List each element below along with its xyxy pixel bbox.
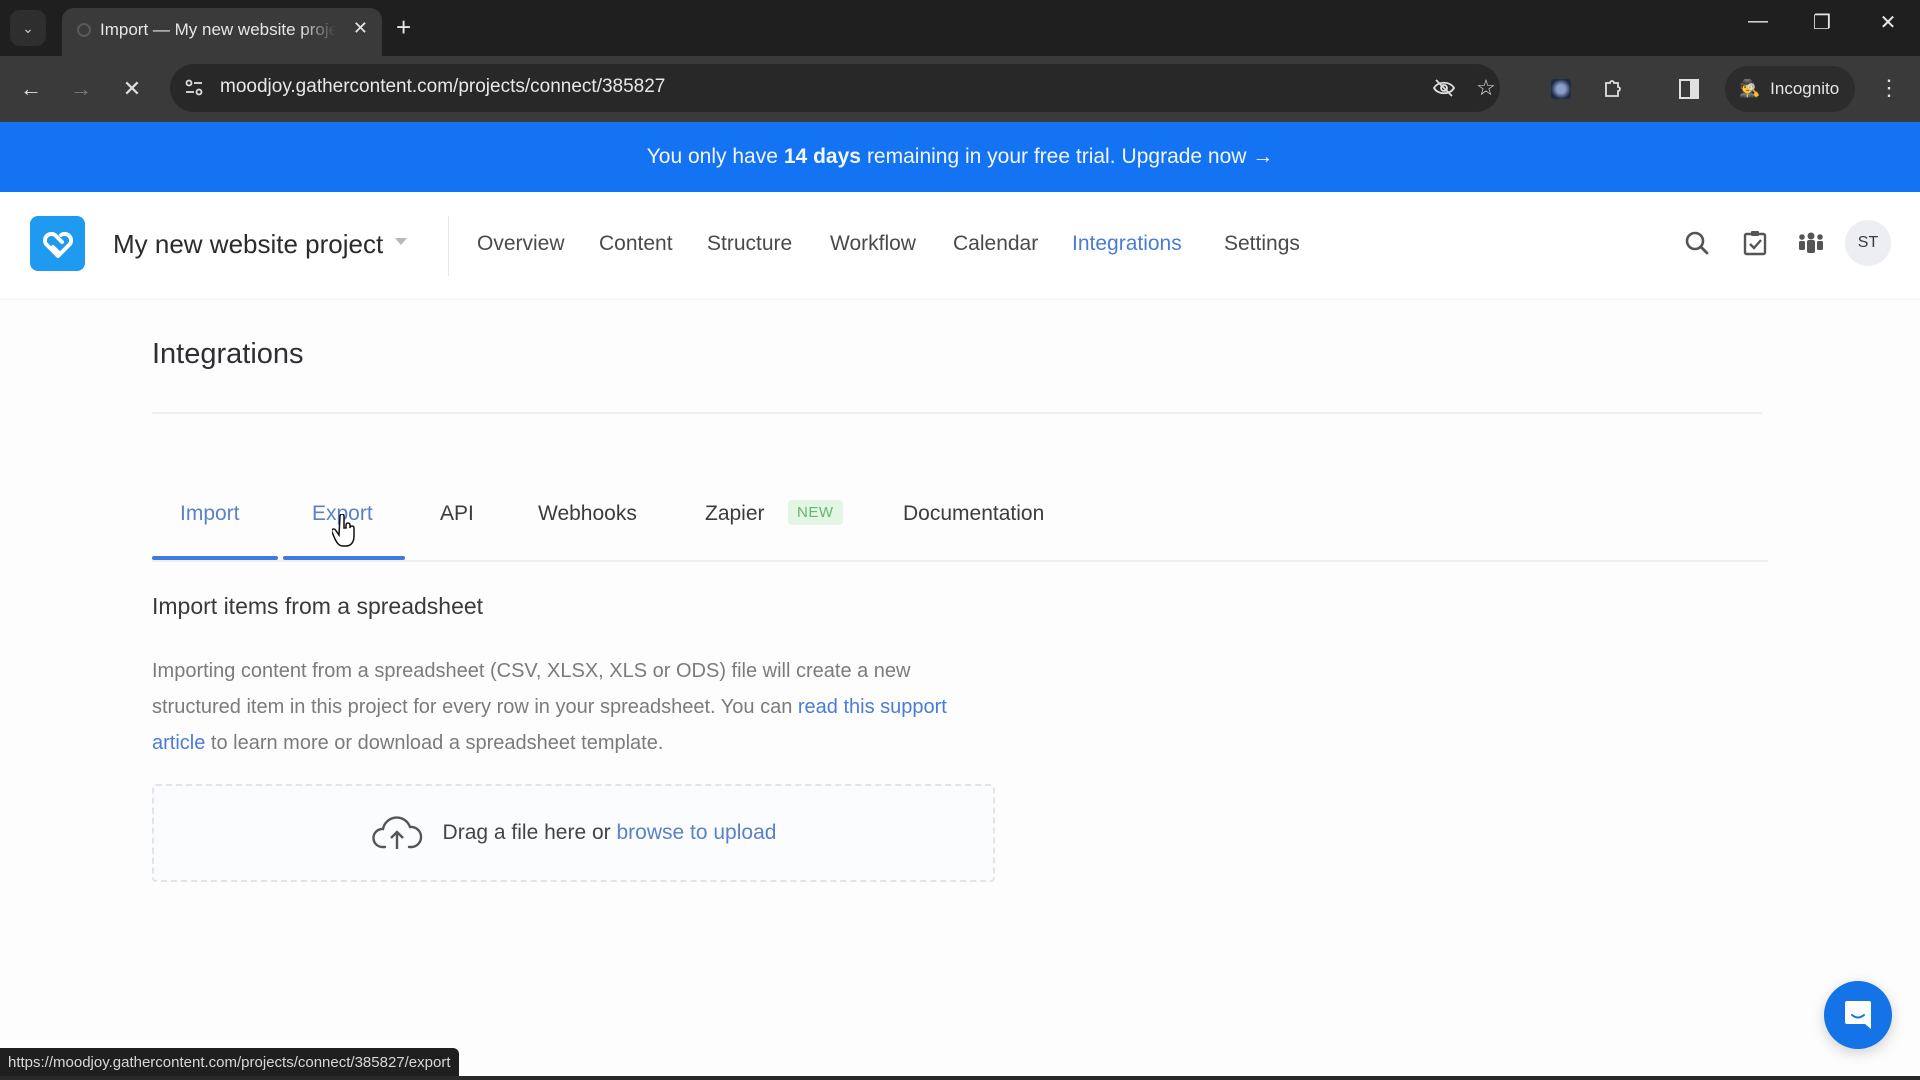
incognito-icon: 🕵 [1739, 79, 1761, 98]
banner-days-remaining: 14 days [783, 145, 861, 168]
caret-down-icon[interactable] [395, 238, 407, 245]
integration-tabs: Import Export API Webhooks Zapier NEW Do… [152, 492, 1768, 562]
description-text: Importing content from a spreadsheet (CS… [152, 660, 911, 718]
title-divider [152, 412, 1762, 414]
browser-tab-strip: ⌄ Import — My new website project ✕ + — … [0, 0, 1920, 56]
nav-calendar[interactable]: Calendar [953, 232, 1038, 256]
forward-icon[interactable]: → [66, 74, 96, 104]
tasks-icon[interactable] [1740, 228, 1770, 258]
tab-webhooks[interactable]: Webhooks [538, 502, 637, 526]
tab-title: Import — My new website project [100, 20, 336, 39]
header-divider [448, 216, 449, 276]
tab-api[interactable]: API [440, 502, 474, 526]
heart-check-icon [42, 231, 73, 258]
cloud-upload-icon [371, 816, 422, 849]
browser-tab[interactable]: Import — My new website project ✕ [62, 8, 382, 56]
eye-off-icon[interactable] [1432, 76, 1456, 100]
hover-tab-indicator [283, 556, 405, 560]
restore-icon[interactable]: ❐ [1802, 10, 1842, 35]
banner-text-suffix: remaining in your free trial. [866, 145, 1116, 168]
tab-zapier[interactable]: Zapier [705, 502, 765, 526]
extensions-puzzle-icon[interactable] [1598, 74, 1628, 104]
user-avatar[interactable]: ST [1845, 220, 1891, 266]
team-icon[interactable] [1796, 228, 1826, 258]
project-name[interactable]: My new website project [113, 229, 383, 260]
close-tab-icon[interactable]: ✕ [353, 18, 368, 39]
url-text[interactable]: moodjoy.gathercontent.com/projects/conne… [220, 76, 665, 98]
address-bar[interactable]: moodjoy.gathercontent.com/projects/conne… [170, 64, 1500, 112]
tab-list-button[interactable]: ⌄ [10, 10, 46, 46]
back-icon[interactable]: ← [16, 74, 46, 104]
minimize-icon[interactable]: — [1738, 10, 1778, 33]
nav-settings[interactable]: Settings [1224, 232, 1300, 256]
trial-banner[interactable]: You only have 14 days remaining in your … [0, 122, 1920, 192]
nav-content[interactable]: Content [599, 232, 673, 256]
tab-documentation[interactable]: Documentation [903, 502, 1044, 526]
description-text-end: to learn more or download a spreadsheet … [205, 732, 664, 754]
incognito-indicator[interactable]: 🕵 Incognito [1725, 66, 1855, 112]
loading-spinner-icon [77, 23, 91, 37]
bookmark-star-icon[interactable]: ☆ [1474, 76, 1498, 100]
nav-structure[interactable]: Structure [707, 232, 792, 256]
section-title: Import items from a spreadsheet [152, 593, 484, 619]
side-panel-icon[interactable] [1674, 74, 1704, 104]
file-dropzone[interactable]: Drag a file here or browse to upload [152, 784, 995, 882]
nav-workflow[interactable]: Workflow [830, 232, 916, 256]
page-title: Integrations [152, 338, 304, 370]
browser-toolbar: ← → ✕ moodjoy.gathercontent.com/projects… [0, 56, 1920, 122]
app-header: My new website project Overview Content … [0, 192, 1920, 298]
site-settings-icon[interactable] [182, 76, 206, 100]
upgrade-now-link[interactable]: Upgrade now → [1122, 145, 1274, 169]
chevron-down-icon: ⌄ [22, 19, 34, 36]
banner-text: You only have [646, 145, 778, 168]
bottom-edge [0, 1076, 1920, 1080]
nav-overview[interactable]: Overview [477, 232, 565, 256]
dropzone-label: Drag a file here or [442, 821, 611, 844]
gathercontent-logo[interactable] [30, 216, 85, 271]
browse-to-upload-link[interactable]: browse to upload [616, 821, 776, 844]
new-badge: NEW [788, 500, 843, 525]
more-menu-icon[interactable]: ⋮ [1878, 72, 1900, 104]
close-window-icon[interactable]: ✕ [1868, 10, 1908, 35]
active-tab-indicator [152, 556, 278, 560]
chat-support-button[interactable] [1824, 981, 1892, 1049]
import-description: Importing content from a spreadsheet (CS… [152, 653, 1002, 761]
stop-loading-icon[interactable]: ✕ [117, 74, 147, 104]
incognito-label: Incognito [1770, 79, 1840, 98]
tab-import[interactable]: Import [180, 502, 240, 526]
hand-pointer-cursor-icon [332, 514, 355, 547]
search-icon[interactable] [1682, 228, 1712, 258]
dropzone-text: Drag a file here or browse to upload [443, 821, 777, 845]
chat-icon [1845, 1001, 1871, 1029]
new-tab-button[interactable]: + [396, 12, 411, 42]
extension-icon[interactable] [1546, 74, 1576, 104]
nav-integrations[interactable]: Integrations [1072, 232, 1182, 256]
